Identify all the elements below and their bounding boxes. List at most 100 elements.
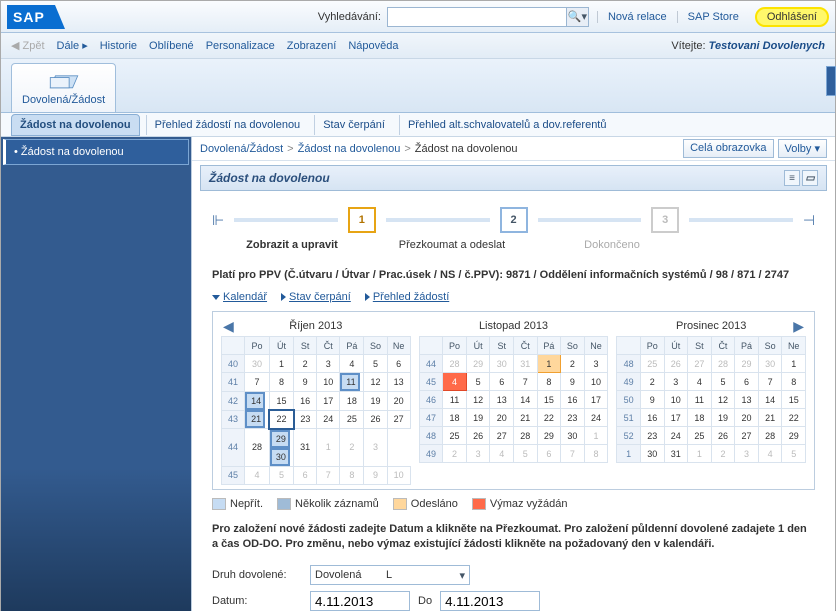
calendar-day[interactable]: 6: [490, 373, 514, 391]
calendar-day[interactable]: 10: [664, 391, 688, 409]
calendar-day[interactable]: 25: [640, 355, 664, 373]
calendar-day[interactable]: 17: [664, 409, 688, 427]
calendar-day[interactable]: 31: [664, 445, 688, 463]
calendar-day[interactable]: 14: [513, 391, 537, 409]
calendar-day[interactable]: 3: [364, 429, 387, 467]
calendar-day[interactable]: 5: [269, 466, 293, 484]
calendar-day[interactable]: 26: [664, 355, 688, 373]
new-session-link[interactable]: Nová relace: [597, 11, 677, 23]
options-button[interactable]: Volby ▾: [778, 139, 828, 158]
calendar-day[interactable]: 5: [711, 373, 735, 391]
calendar-day[interactable]: 29: [782, 427, 806, 445]
calendar-day[interactable]: 1: [269, 355, 293, 373]
calendar-day[interactable]: 5: [466, 373, 490, 391]
right-panel-handle[interactable]: [826, 66, 836, 96]
calendar-day[interactable]: 1: [537, 355, 561, 373]
calendar-day[interactable]: 10: [584, 373, 608, 391]
calendar-day[interactable]: 18: [340, 392, 364, 411]
calendar-day[interactable]: 6: [537, 445, 561, 463]
calendar-day[interactable]: 27: [735, 427, 759, 445]
calendar-day[interactable]: 20: [387, 392, 410, 411]
calendar-day[interactable]: 8: [269, 373, 293, 392]
calendar-day[interactable]: 16: [561, 391, 585, 409]
calendar-day[interactable]: 25: [688, 427, 712, 445]
breadcrumb-2[interactable]: Žádost na dovolenou: [298, 143, 401, 155]
calendar-day[interactable]: 5: [782, 445, 806, 463]
calendar-day[interactable]: 4: [688, 373, 712, 391]
calendar-day[interactable]: 15: [782, 391, 806, 409]
calendar-day[interactable]: 14: [245, 392, 265, 410]
calendar-day[interactable]: 7: [245, 373, 270, 392]
calendar-day[interactable]: 16: [294, 392, 317, 411]
calendar-day[interactable]: 6: [387, 355, 410, 373]
list-view-icon[interactable]: ≡: [784, 170, 800, 186]
tab-dovolena[interactable]: Dovolená/Žádost: [11, 63, 116, 112]
calendar-day[interactable]: 8: [340, 466, 364, 484]
cal-prev-button[interactable]: ◀: [219, 318, 238, 335]
calendar-day[interactable]: 7: [513, 373, 537, 391]
calendar-day[interactable]: 1: [317, 429, 340, 467]
calendar-day[interactable]: 21: [513, 409, 537, 427]
calendar-day[interactable]: 9: [364, 466, 387, 484]
search-input[interactable]: [387, 7, 567, 27]
calendar-day[interactable]: 25: [340, 410, 364, 429]
calendar-day[interactable]: 4: [443, 373, 467, 391]
nav-forward[interactable]: Dále ▸: [57, 39, 88, 52]
calendar-day[interactable]: 4: [490, 445, 514, 463]
expand-icon[interactable]: ▭: [802, 170, 818, 186]
calendar-day[interactable]: 12: [466, 391, 490, 409]
calendar-day[interactable]: 1: [782, 355, 806, 373]
calendar-day[interactable]: 3: [466, 445, 490, 463]
calendar-day[interactable]: 18: [688, 409, 712, 427]
step-1[interactable]: 1: [348, 207, 376, 233]
calendar-day[interactable]: 30: [245, 355, 270, 373]
sidebar-item-request[interactable]: • Žádost na dovolenou: [3, 139, 189, 165]
calendar-day[interactable]: 3: [584, 355, 608, 373]
calendar-day[interactable]: 24: [664, 427, 688, 445]
nav-history[interactable]: Historie: [100, 40, 137, 52]
calendar-day[interactable]: 24: [584, 409, 608, 427]
calendar-day[interactable]: 2: [640, 373, 664, 391]
calendar-day[interactable]: 15: [269, 392, 293, 411]
calendar-day[interactable]: 23: [561, 409, 585, 427]
calendar-day[interactable]: 11: [340, 373, 360, 391]
calendar-day[interactable]: 12: [364, 373, 387, 392]
calendar-day[interactable]: 23: [294, 410, 317, 429]
calendar-day[interactable]: 28: [443, 355, 467, 373]
calendar-day[interactable]: 28: [758, 427, 782, 445]
sap-store-link[interactable]: SAP Store: [677, 11, 749, 23]
calendar-day[interactable]: 9: [294, 373, 317, 392]
calendar-day[interactable]: 31: [294, 429, 317, 467]
nav-personalize[interactable]: Personalizace: [206, 40, 275, 52]
calendar-day[interactable]: 6: [735, 373, 759, 391]
calendar-day[interactable]: 4: [245, 466, 270, 484]
calendar-day[interactable]: 24: [317, 410, 340, 429]
calendar-day[interactable]: 17: [584, 391, 608, 409]
calendar-day[interactable]: 7: [758, 373, 782, 391]
calendar-day[interactable]: 11: [688, 391, 712, 409]
calendar-day[interactable]: 28: [513, 427, 537, 445]
subtab-status[interactable]: Stav čerpání: [314, 115, 393, 135]
calendar-day[interactable]: 27: [688, 355, 712, 373]
calendar-day[interactable]: 20: [490, 409, 514, 427]
calendar-day[interactable]: 22: [782, 409, 806, 427]
calendar-day[interactable]: 28: [711, 355, 735, 373]
calendar-day[interactable]: 28: [245, 429, 270, 467]
calendar-day[interactable]: 8: [584, 445, 608, 463]
calendar-day[interactable]: 29: [735, 355, 759, 373]
fullscreen-button[interactable]: Celá obrazovka: [683, 139, 773, 158]
calendar-day[interactable]: 4: [340, 355, 364, 373]
link-calendar[interactable]: Kalendář: [212, 291, 267, 303]
calendar-day[interactable]: 21: [758, 409, 782, 427]
calendar-day[interactable]: 11: [443, 391, 467, 409]
calendar-day[interactable]: 2: [561, 355, 585, 373]
calendar-day[interactable]: 3: [735, 445, 759, 463]
calendar-day[interactable]: 26: [364, 410, 387, 429]
subtab-request[interactable]: Žádost na dovolenou: [11, 114, 140, 136]
calendar-day[interactable]: 9: [561, 373, 585, 391]
calendar-day[interactable]: 29: [537, 427, 561, 445]
calendar-day[interactable]: 4: [758, 445, 782, 463]
nav-favorites[interactable]: Oblíbené: [149, 40, 194, 52]
calendar-day[interactable]: 3: [664, 373, 688, 391]
calendar-day[interactable]: 6: [294, 466, 317, 484]
